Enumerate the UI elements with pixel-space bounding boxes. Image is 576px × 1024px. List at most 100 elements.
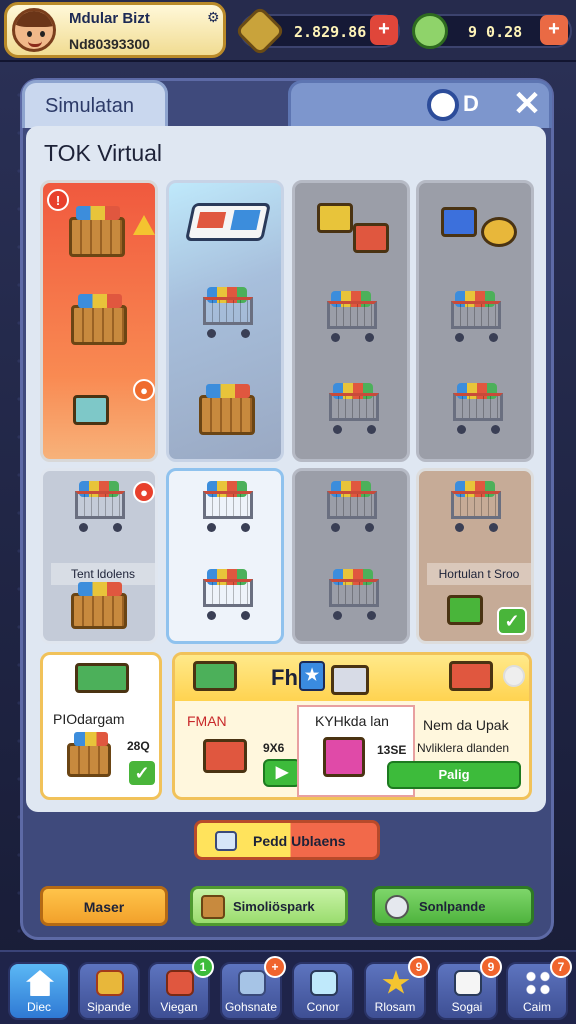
check-icon[interactable]: ✓ [497,607,527,635]
shopping-cart-icon [197,481,259,535]
shopping-cart-icon [321,481,383,535]
nav-label: Caim [522,1000,551,1014]
info-dot-icon[interactable] [503,665,525,687]
nav-menu[interactable]: 7 Caim [506,956,572,1020]
left-action-button[interactable]: Maser [40,886,168,926]
cube-icon [215,831,237,851]
store-slot-6[interactable] [166,468,284,644]
grocery-crate-icon [67,732,111,777]
nav-badge: 9 [408,956,430,978]
grocery-crate-icon [199,384,255,435]
store-slot-4[interactable] [416,180,534,462]
store-slot-3[interactable] [292,180,410,462]
nav-label: Diec [26,1000,51,1014]
alert-icon: ! [47,189,69,211]
shopping-cart-icon [197,569,259,623]
store-slot-1[interactable]: ! ● [40,180,158,462]
coin-stack-icon [481,217,517,247]
star-icon: ★ [299,661,325,691]
warning-icon [133,215,155,235]
tab-simulation[interactable]: Simulatan [22,80,168,128]
offer-card-3-price: 13SE [377,743,407,757]
store-slot-5[interactable]: ● Tent ldolens [40,468,158,644]
offer-card-1-price: 28Q [127,739,150,753]
add-coins-button[interactable]: + [370,15,398,45]
offer-card-4-button[interactable]: Palig [387,761,521,789]
nav-label: Rlosam [374,1000,416,1014]
nav-badge: 9 [480,956,502,978]
player-id: Nd80393300 [69,36,150,52]
bundle-title: Fh [271,665,298,690]
add-gems-button[interactable]: + [540,15,568,45]
info-icon[interactable]: D [463,91,479,117]
gem-icon [412,13,448,49]
goods-box-icon [353,223,389,253]
close-icon[interactable]: ✕ [507,85,547,123]
goods-box-icon [331,665,369,695]
info-circle-icon [385,895,409,919]
gem-value: 9 0.28 [468,23,523,41]
nav-label: Viegan [160,1000,198,1014]
top-bar: Mdular Bizt Nd80393300 ⚙ 2.829.86 + 9 0.… [0,0,576,62]
middle-action-button[interactable]: Simoliöspark [190,886,348,926]
check-icon[interactable]: ✓ [127,759,157,787]
avatar-hair [15,11,53,27]
offer-card-1[interactable]: PIOdargam 28Q ✓ [40,652,162,800]
box-icon [238,970,266,996]
avatar-eye [27,31,32,37]
star-icon [382,970,410,994]
nav-generate[interactable]: + Gohsnate [220,956,286,1020]
search-chat-icon[interactable] [427,89,459,121]
plant-crate-icon [447,595,483,625]
nav-inventory[interactable]: 1 Viegan [148,956,214,1020]
store-icon [310,970,338,996]
coin-value: 2.829.86 [294,23,367,41]
primary-action-button[interactable]: Pedd Ublaens [194,820,380,860]
produce-box-icon [73,395,109,425]
goods-box-icon [449,661,493,691]
player-name: Mdular Bizt [69,10,150,27]
crate-icon [201,895,225,919]
grocery-crate-icon [69,206,125,257]
nav-social[interactable]: 9 Sogai [436,956,502,1020]
goods-box-icon [323,737,365,777]
cash-register-icon [184,203,272,241]
shopping-cart-icon [323,569,385,623]
nav-corner[interactable]: Conor [292,962,354,1020]
goods-pack-icon [75,663,129,693]
avatar[interactable] [12,8,56,52]
right-action-button[interactable]: Sonlpande [372,886,534,926]
offer-bundle: Fh ★ FMAN 9X6 ▶ KYHkda lan 13SE Nem da U… [172,652,532,800]
notification-badge: ● [133,379,155,401]
shopping-cart-icon [445,481,507,535]
store-title: TOK Virtual [44,140,163,166]
home-icon [26,970,54,996]
gift-icon [166,970,194,996]
shopping-cart-icon [445,291,507,345]
shopping-cart-icon [323,383,385,437]
play-button[interactable]: ▶ [263,759,301,787]
store-slot-8[interactable]: Hortulan t Sroo ✓ [416,468,534,644]
coin-counter: 2.829.86 + [234,5,400,57]
nav-label: Sogai [451,1000,483,1014]
goods-box-icon [317,203,353,233]
plant-pot-icon [441,207,477,237]
notification-badge: ● [133,481,155,503]
shopping-cart-icon [447,383,509,437]
nav-shop[interactable]: Sipande [78,962,140,1020]
player-profile-card[interactable]: Mdular Bizt Nd80393300 ⚙ [4,2,226,58]
store-slot-7[interactable] [292,468,410,644]
nav-home[interactable]: Diec [8,962,70,1020]
nav-rewards[interactable]: 9 Rlosam [364,956,430,1020]
offer-card-2-title: FMAN [187,713,227,729]
goods-pack-icon [193,661,237,691]
nav-label: Gohsnate [224,1000,278,1014]
grocery-crate-icon [71,582,127,629]
settings-gear-icon[interactable]: ⚙ [207,9,220,26]
store-slot-2[interactable] [166,180,284,462]
nav-badge: 1 [192,956,214,978]
primary-action-label: Pedd Ublaens [253,833,346,849]
nav-label: Conor [306,1000,340,1014]
offer-card-4-title: Nem da Upak [423,717,509,733]
avatar-mouth [28,41,42,47]
